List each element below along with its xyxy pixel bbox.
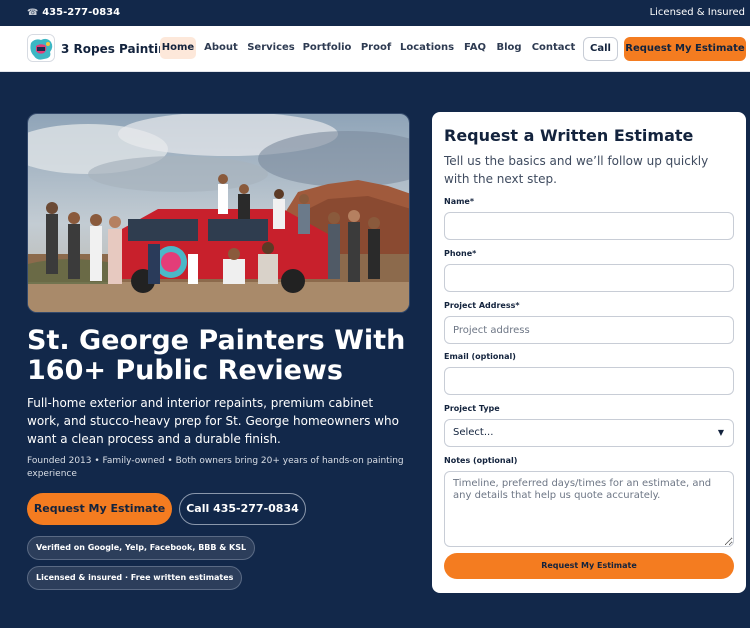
notes-textarea[interactable] bbox=[444, 471, 734, 547]
phone-input[interactable] bbox=[444, 264, 734, 292]
form-submit-button[interactable]: Request My Estimate bbox=[444, 553, 734, 579]
name-input[interactable] bbox=[444, 212, 734, 240]
project-type-label: Project Type bbox=[444, 404, 500, 413]
nav-faq[interactable]: FAQ bbox=[462, 37, 488, 59]
hero-section: St. George Painters With 160+ Public Rev… bbox=[0, 72, 750, 628]
hero-founded-text: Founded 2013 • Family-owned • Both owner… bbox=[27, 456, 404, 479]
request-estimate-button[interactable]: Request My Estimate bbox=[624, 37, 746, 61]
nav-proof[interactable]: Proof bbox=[359, 37, 393, 59]
email-label: Email (optional) bbox=[444, 352, 516, 361]
form-subtitle: Tell us the basics and we’ll follow up q… bbox=[444, 154, 709, 186]
hero-call-button[interactable]: Call 435-277-0834 bbox=[179, 493, 306, 525]
hero-headline: St. George Painters With 160+ Public Rev… bbox=[27, 325, 406, 386]
team-photo bbox=[27, 113, 410, 313]
notes-label: Notes (optional) bbox=[444, 456, 518, 465]
chevron-down-icon: ▼ bbox=[717, 428, 724, 437]
nav-portfolio[interactable]: Portfolio bbox=[302, 37, 352, 59]
hero-description: Full-home exterior and interior repaints… bbox=[27, 396, 399, 446]
email-input[interactable] bbox=[444, 367, 734, 395]
licensed-badge: Licensed & insured · Free written estima… bbox=[27, 566, 243, 590]
address-input[interactable] bbox=[444, 316, 734, 344]
name-label: Name* bbox=[444, 197, 475, 206]
nav-services[interactable]: Services bbox=[247, 37, 295, 59]
call-button[interactable]: Call bbox=[583, 37, 618, 61]
nav-about[interactable]: About bbox=[203, 37, 239, 59]
nav-blog[interactable]: Blog bbox=[495, 37, 523, 59]
phone-label: Phone* bbox=[444, 249, 477, 258]
company-logo[interactable] bbox=[27, 34, 55, 62]
nav-contact[interactable]: Contact bbox=[531, 37, 576, 59]
topbar-phone-number: 435-277-0834 bbox=[42, 7, 121, 18]
project-type-value: Select... bbox=[453, 427, 494, 438]
project-type-select[interactable]: Select... ▼ bbox=[444, 419, 734, 447]
verified-badge: Verified on Google, Yelp, Facebook, BBB … bbox=[27, 536, 256, 560]
form-title: Request a Written Estimate bbox=[444, 126, 694, 145]
topbar-phone-link[interactable]: ☎ 435-277-0834 bbox=[27, 7, 120, 18]
address-label: Project Address* bbox=[444, 301, 520, 310]
top-utility-bar: ☎ 435-277-0834 Licensed & Insured bbox=[0, 0, 750, 26]
nav-home[interactable]: Home bbox=[160, 37, 196, 59]
hero-request-estimate-button[interactable]: Request My Estimate bbox=[27, 493, 172, 525]
brand-name[interactable]: 3 Ropes Painting bbox=[61, 42, 175, 56]
nav-locations[interactable]: Locations bbox=[400, 37, 454, 59]
phone-icon: ☎ bbox=[27, 8, 39, 18]
main-navbar: 3 Ropes Painting Home About Services Por… bbox=[0, 26, 750, 72]
estimate-form-card: Request a Written Estimate Tell us the b… bbox=[432, 112, 746, 593]
licensed-insured-text: Licensed & Insured bbox=[649, 7, 745, 18]
